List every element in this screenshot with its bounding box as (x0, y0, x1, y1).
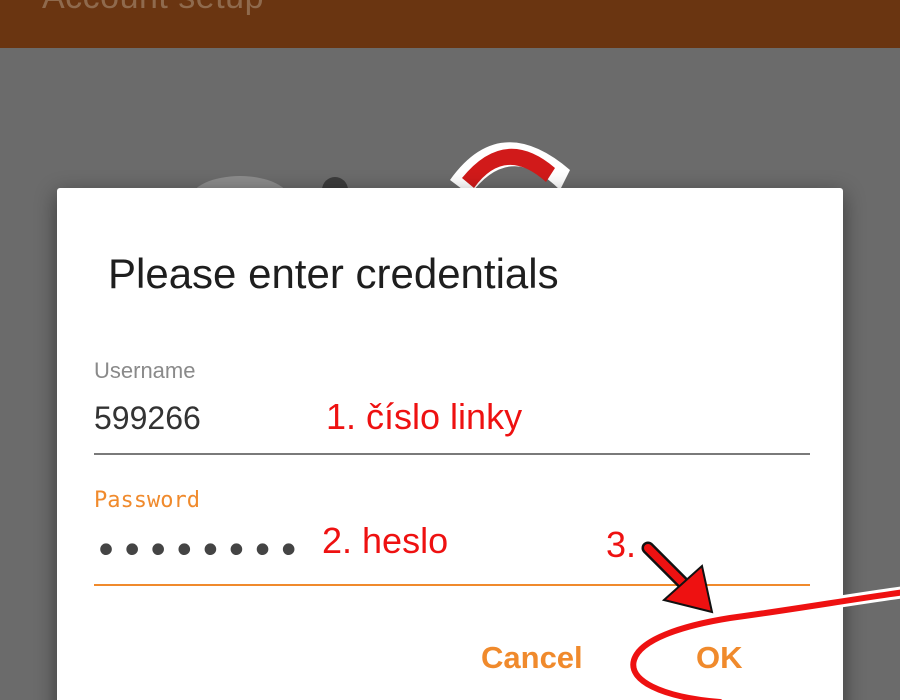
password-input[interactable] (94, 526, 810, 576)
username-label: Username (94, 358, 196, 383)
annotation-step-3: 3. (606, 524, 637, 565)
annotation-step-1: 1. číslo linky (326, 396, 523, 437)
ok-button[interactable]: OK (684, 632, 755, 684)
password-label: Password (94, 488, 200, 513)
dialog-title: Please enter credentials (108, 250, 559, 297)
cancel-button[interactable]: Cancel (469, 632, 595, 684)
annotation-step-2: 2. heslo (322, 520, 449, 561)
username-underline (94, 453, 810, 455)
password-underline (94, 584, 810, 586)
credentials-dialog: Please enter credentials Username Passwo… (57, 188, 843, 700)
